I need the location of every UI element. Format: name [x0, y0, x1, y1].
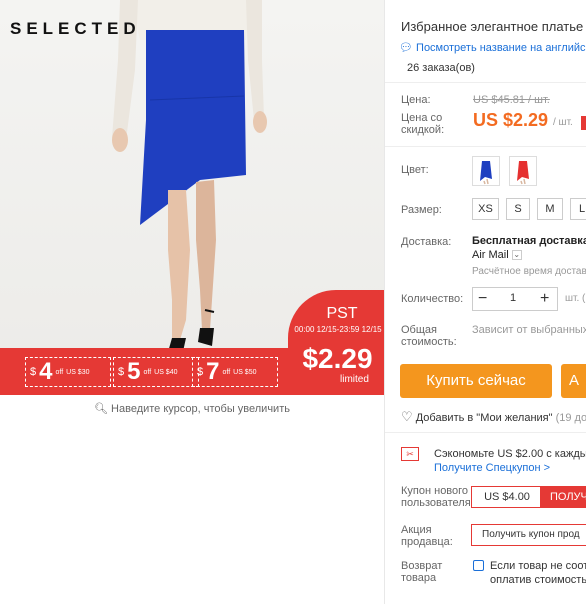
- color-swatch-red[interactable]: [509, 156, 537, 186]
- get-new-user-coupon-button[interactable]: ПОЛУЧ: [540, 486, 586, 508]
- heart-icon: ♡: [401, 409, 413, 424]
- coupon-threshold: US $30: [66, 368, 90, 376]
- discount-price-label-1: Цена со: [401, 112, 443, 124]
- returns-label-2: товара: [401, 572, 437, 584]
- quantity-plus-button[interactable]: +: [540, 287, 549, 311]
- quantity-minus-button[interactable]: −: [478, 287, 487, 311]
- discount-price-label-2: скидкой:: [401, 124, 445, 136]
- get-seller-coupon-button[interactable]: Получить купон прод: [471, 524, 586, 546]
- translate-link-text[interactable]: Посмотреть название на английск: [416, 42, 586, 54]
- returns-text-1: Если товар не соотв: [490, 560, 586, 572]
- zoom-hint-text: Наведите курсор, чтобы увеличить: [111, 403, 290, 415]
- shipping-time-estimate: Расчётное время достав: [472, 266, 586, 277]
- add-to-wishlist-link[interactable]: ♡ Добавить в "Мои желания" (19 доб: [401, 409, 586, 425]
- wishlist-text: Добавить в "Мои желания": [415, 412, 553, 424]
- badge-limited: limited: [340, 374, 369, 385]
- coupon-threshold: US $50: [233, 368, 257, 376]
- discount-tag: [581, 116, 586, 130]
- coupon-amount: 7: [206, 358, 220, 385]
- coupon-off: off: [143, 368, 152, 376]
- shipping-free-text: Бесплатная доставка в: [472, 235, 586, 247]
- color-swatch-blue[interactable]: [472, 156, 500, 186]
- zoom-hint: 🔍︎ Наведите курсор, чтобы увеличить: [0, 402, 384, 415]
- coupon-currency: $: [118, 366, 125, 378]
- shipping-method-select[interactable]: Air Mail ⌄: [472, 249, 522, 261]
- shipping-method-value: Air Mail: [472, 249, 509, 261]
- badge-time: 00:00 12/15-23:59 12/15: [294, 325, 382, 334]
- return-policy-icon: [473, 560, 484, 571]
- size-option-xs[interactable]: XS: [472, 198, 499, 220]
- shipping-label: Доставка:: [401, 236, 452, 248]
- new-user-coupon-amount: US $4.00: [471, 486, 543, 508]
- coupon-amount: 4: [39, 358, 53, 385]
- price-label: Цена:: [401, 94, 431, 106]
- total-label-1: Общая: [401, 324, 437, 336]
- order-count: 26 заказа(ов): [407, 62, 475, 74]
- coupon-7[interactable]: $ 7 off US $50: [192, 357, 278, 387]
- price-unit: / шт.: [553, 117, 573, 128]
- product-info-panel: Избранное элегантное платье д 💬︎ Посмотр…: [384, 0, 586, 604]
- new-user-coupon-label-2: пользователя: [401, 497, 471, 509]
- translate-icon: 💬︎: [399, 42, 413, 54]
- coupon-currency: $: [197, 366, 204, 378]
- new-user-coupon-label-1: Купон нового: [401, 485, 469, 497]
- coupon-off: off: [222, 368, 231, 376]
- size-label: Размер:: [401, 204, 442, 216]
- coupon-off: off: [55, 368, 64, 376]
- seller-promo-label-1: Акция: [401, 524, 432, 536]
- coupon-amount: 5: [127, 358, 141, 385]
- add-to-cart-button[interactable]: А: [561, 364, 586, 398]
- size-option-s[interactable]: S: [506, 198, 530, 220]
- brand-logo: SELECTED: [10, 19, 141, 38]
- divider: [385, 82, 586, 83]
- coupon-4[interactable]: $ 4 off US $30: [25, 357, 111, 387]
- size-option-l[interactable]: L: [570, 198, 586, 220]
- color-label: Цвет:: [401, 164, 429, 176]
- buy-now-button[interactable]: Купить сейчас: [400, 364, 552, 398]
- savings-text: Сэкономьте US $2.00 с каждых: [434, 448, 586, 460]
- coupon-icon: ✂: [401, 447, 419, 461]
- wishlist-count: (19 доб: [555, 412, 586, 424]
- discount-price: US $2.29: [473, 110, 549, 130]
- divider: [385, 146, 586, 147]
- seller-promo-label-2: продавца:: [401, 536, 453, 548]
- coupon-currency: $: [30, 366, 37, 378]
- badge-price: $2.29: [302, 343, 373, 374]
- coupon-threshold: US $40: [154, 368, 178, 376]
- chevron-down-icon: ⌄: [511, 250, 522, 261]
- search-icon: 🔍︎: [94, 403, 108, 415]
- quantity-input[interactable]: 1: [510, 292, 516, 304]
- product-page: SELECTED $ 4 off US $30 $ 5 off US $40 $…: [0, 0, 586, 604]
- quantity-label: Количество:: [401, 293, 464, 305]
- size-option-m[interactable]: M: [537, 198, 563, 220]
- get-special-coupon-link[interactable]: Получите Спецкупон >: [434, 462, 550, 474]
- coupon-5[interactable]: $ 5 off US $40: [113, 357, 199, 387]
- product-title: Избранное элегантное платье д: [401, 19, 586, 34]
- badge-title: PST: [326, 305, 358, 322]
- total-note: Зависит от выбранных: [472, 324, 586, 336]
- product-gallery: SELECTED $ 4 off US $30 $ 5 off US $40 $…: [0, 0, 384, 604]
- old-price: US $45.81 / шт.: [473, 94, 550, 106]
- returns-text-2: оплатив стоимость: [490, 574, 586, 586]
- total-label-2: стоимость:: [401, 336, 457, 348]
- divider: [385, 432, 586, 433]
- translate-link[interactable]: 💬︎ Посмотреть название на английск: [399, 41, 586, 54]
- returns-label-1: Возврат: [401, 560, 443, 572]
- quantity-unit: шт. (: [565, 293, 586, 304]
